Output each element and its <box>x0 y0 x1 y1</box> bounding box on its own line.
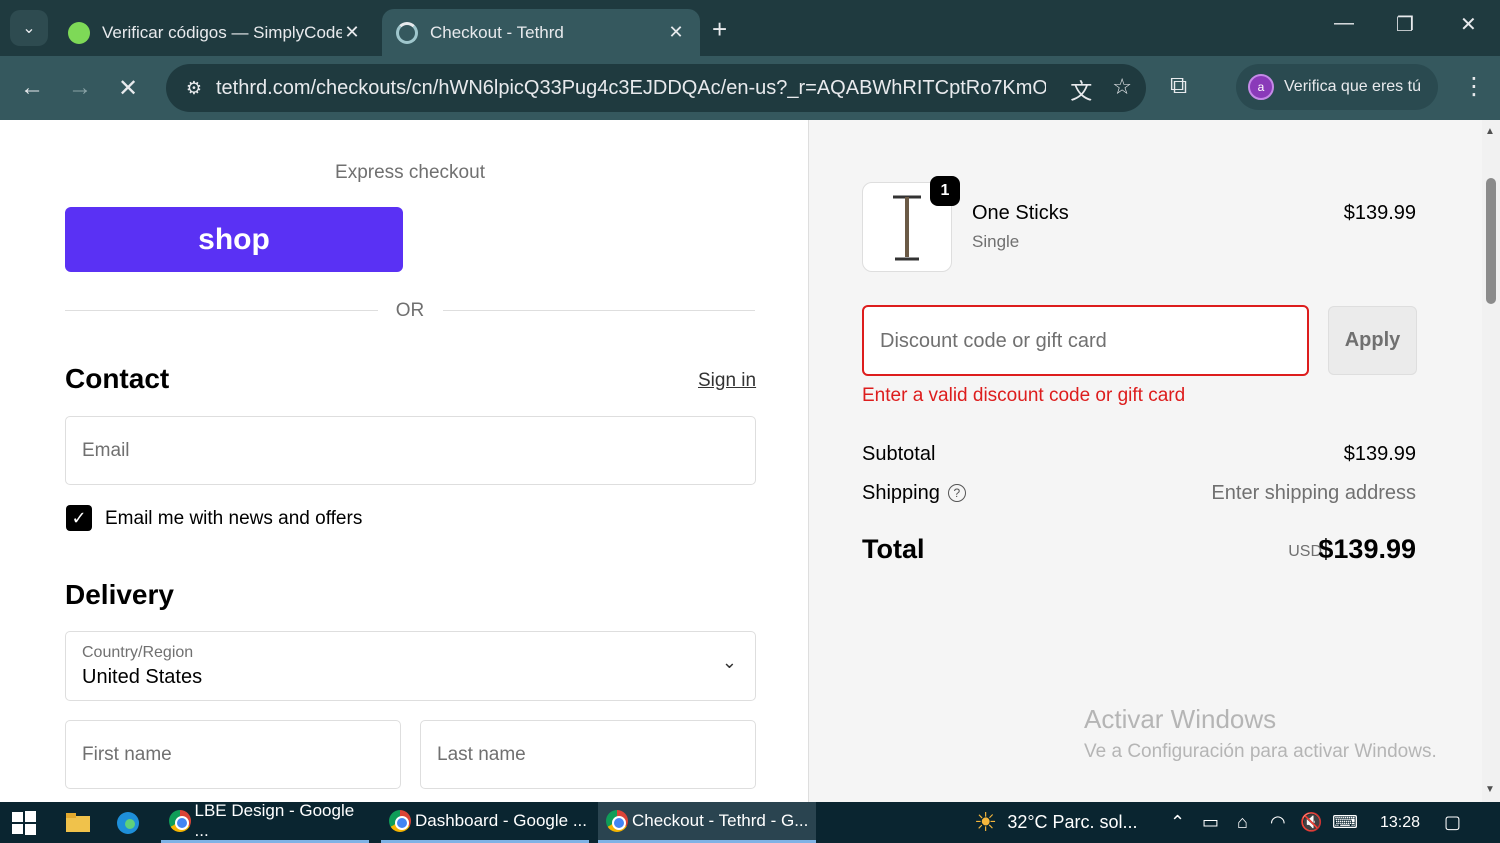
taskbar-app-checkout[interactable]: Checkout - Tethrd - G... <box>598 802 816 843</box>
chrome-icon <box>389 810 411 832</box>
windows-taskbar: LBE Design - Google ... Dashboard - Goog… <box>0 801 1500 843</box>
shipping-row: Shipping? <box>862 482 966 505</box>
extensions-puzzle-icon[interactable]: ⧉ <box>1170 72 1187 100</box>
taskbar-app-lbe-design[interactable]: LBE Design - Google ... <box>161 801 369 843</box>
browser-menu-icon[interactable]: ⋮ <box>1462 72 1486 101</box>
delivery-heading: Delivery <box>65 579 174 610</box>
checkout-form: Express checkout shop OR Contact Sign in… <box>0 120 808 802</box>
keyboard-icon[interactable]: ⌨ <box>1332 802 1358 843</box>
clock[interactable]: 13:28 <box>1380 802 1420 843</box>
country-select[interactable]: Country/Region United States ⌄ <box>65 631 756 701</box>
tab-title: Checkout - Tethrd <box>430 22 564 42</box>
page-scrollbar[interactable]: ▲ ▼ <box>1482 120 1500 802</box>
product-price: $139.99 <box>1343 202 1416 224</box>
loading-spinner-icon <box>396 21 418 44</box>
battery-icon[interactable]: ▭ <box>1202 802 1219 843</box>
tab-strip: ⌄ Verificar códigos — SimplyCodes ✕ Chec… <box>0 0 1500 56</box>
stop-loading-button[interactable]: ✕ <box>118 74 138 103</box>
close-tab-icon[interactable]: ✕ <box>342 22 362 43</box>
last-name-placeholder: Last name <box>437 743 526 765</box>
scroll-thumb[interactable] <box>1486 178 1496 304</box>
chrome-icon <box>606 810 628 832</box>
address-bar[interactable]: ⚙ tethrd.com/checkouts/cn/hWN6lpicQ33Pug… <box>166 64 1146 112</box>
subtotal-label: Subtotal <box>862 443 936 465</box>
close-tab-icon[interactable]: ✕ <box>666 22 686 43</box>
email-field[interactable]: Email <box>65 416 756 485</box>
help-icon[interactable]: ? <box>947 484 966 502</box>
discount-placeholder: Discount code or gift card <box>880 330 1107 352</box>
wifi-icon[interactable]: ◠ <box>1270 802 1286 843</box>
site-settings-icon[interactable]: ⚙ <box>172 66 216 110</box>
divider-line <box>443 310 755 311</box>
forward-button[interactable]: → <box>68 74 92 102</box>
volume-muted-icon[interactable]: 🔇 <box>1300 802 1322 843</box>
tab-checkout[interactable]: Checkout - Tethrd ✕ <box>382 9 700 56</box>
show-hidden-icons-chevron-icon[interactable]: ⌃ <box>1170 802 1185 843</box>
weather-widget[interactable]: ☀ 32°C Parc. sol... <box>974 802 1138 843</box>
discount-code-input[interactable]: Discount code or gift card <box>862 305 1309 376</box>
url-text[interactable]: tethrd.com/checkouts/cn/hWN6lpicQ33Pug4c… <box>216 77 1046 100</box>
back-button[interactable]: ← <box>20 74 44 102</box>
avatar: a <box>1248 74 1274 100</box>
order-summary: 1 One Sticks Single $139.99 Discount cod… <box>808 120 1482 802</box>
shipping-label: Shipping <box>862 482 940 504</box>
first-name-field[interactable]: First name <box>65 720 401 789</box>
discount-error-message: Enter a valid discount code or gift card <box>862 385 1186 406</box>
activation-watermark-title: Activar Windows <box>1084 704 1277 734</box>
apply-button[interactable]: Apply <box>1328 306 1417 375</box>
taskbar-app-label: Dashboard - Google ... <box>415 811 587 830</box>
tab-search-button[interactable]: ⌄ <box>10 10 48 46</box>
first-name-placeholder: First name <box>82 743 172 765</box>
product-name: One Sticks <box>972 202 1069 224</box>
file-explorer-icon[interactable] <box>66 802 90 843</box>
weather-text: 32°C Parc. sol... <box>1007 812 1138 832</box>
new-tab-button[interactable]: + <box>712 14 727 45</box>
total-value: $139.99 <box>1318 534 1416 564</box>
browser-toolbar: ← → ✕ ⚙ tethrd.com/checkouts/cn/hWN6lpic… <box>0 56 1500 120</box>
meet-now-icon[interactable]: ⌂ <box>1237 802 1248 843</box>
tab-simplycodes[interactable]: Verificar códigos — SimplyCodes ✕ <box>54 9 376 56</box>
product-variant: Single <box>972 232 1020 251</box>
chrome-icon <box>169 810 191 832</box>
country-value: United States <box>82 666 203 688</box>
taskbar-app-dashboard[interactable]: Dashboard - Google ... <box>381 802 589 843</box>
total-label: Total <box>862 534 925 564</box>
news-offers-label[interactable]: Email me with news and offers <box>105 508 362 530</box>
shipping-value: Enter shipping address <box>1211 482 1416 504</box>
taskbar-app-label: LBE Design - Google ... <box>194 801 355 840</box>
news-offers-checkbox[interactable]: ✓ <box>66 505 92 531</box>
scroll-down-icon[interactable]: ▼ <box>1485 784 1495 795</box>
activation-watermark-subtitle: Ve a Configuración para activar Windows. <box>1084 741 1437 762</box>
contact-heading: Contact <box>65 363 170 394</box>
currency-code: USD <box>1288 543 1322 560</box>
profile-label: Verifica que eres tú <box>1284 78 1421 95</box>
bookmark-star-icon[interactable]: ☆ <box>1112 74 1132 106</box>
or-divider: OR <box>65 300 755 321</box>
express-checkout-label: Express checkout <box>335 162 485 183</box>
country-label: Country/Region <box>82 644 194 661</box>
profile-button[interactable]: a Verifica que eres tú <box>1236 64 1438 110</box>
edge-browser-icon[interactable] <box>116 802 140 843</box>
sign-in-link[interactable]: Sign in <box>698 370 756 392</box>
or-text: OR <box>395 300 425 321</box>
chevron-down-icon: ⌄ <box>721 652 737 672</box>
tab-title: Verificar códigos — SimplyCodes <box>102 22 342 42</box>
simplycodes-favicon-icon <box>68 21 90 44</box>
weather-sun-cloud-icon: ☀ <box>974 807 998 837</box>
close-window-button[interactable]: ✕ <box>1460 12 1477 37</box>
email-placeholder: Email <box>82 439 130 461</box>
notifications-icon[interactable]: ▢ <box>1444 802 1461 843</box>
translate-icon[interactable]: 文 <box>1070 74 1092 106</box>
taskbar-app-label: Checkout - Tethrd - G... <box>632 811 809 830</box>
checkout-page: Express checkout shop OR Contact Sign in… <box>0 120 1482 802</box>
restore-button[interactable]: ❐ <box>1396 12 1414 37</box>
quantity-badge: 1 <box>930 176 960 206</box>
minimize-button[interactable]: — <box>1334 12 1354 35</box>
windows-start-icon[interactable] <box>12 802 36 843</box>
last-name-field[interactable]: Last name <box>420 720 756 789</box>
divider-line <box>65 310 378 311</box>
subtotal-value: $139.99 <box>1343 443 1416 465</box>
shop-pay-button[interactable]: shop <box>65 207 403 272</box>
scroll-up-icon[interactable]: ▲ <box>1485 126 1495 137</box>
